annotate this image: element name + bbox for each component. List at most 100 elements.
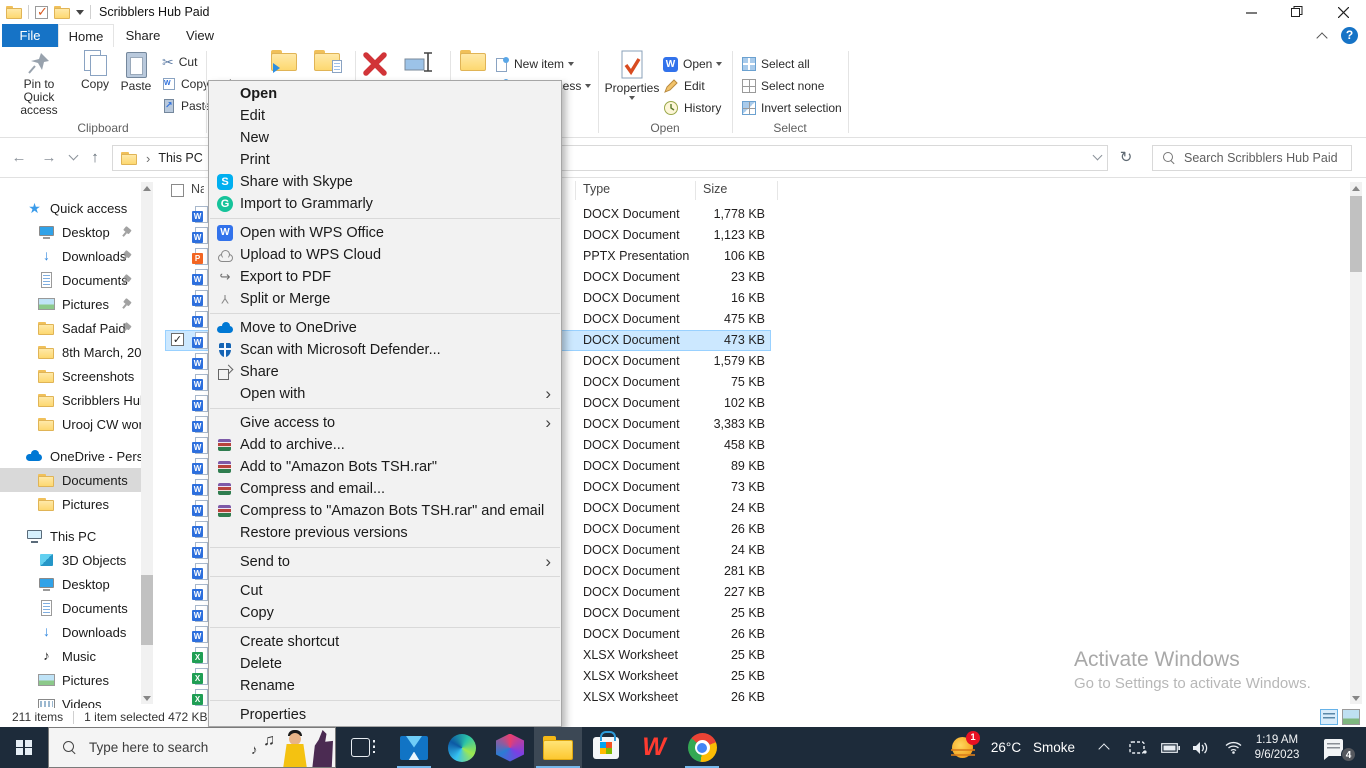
context-menu-item[interactable]: Add to archive... bbox=[209, 434, 561, 456]
sidebar-item[interactable]: 8th March, 2022 bbox=[0, 340, 141, 364]
select-all-button[interactable]: Select all bbox=[742, 55, 810, 73]
context-menu-item[interactable]: Edit bbox=[209, 105, 561, 127]
context-menu-item[interactable]: Give access to › bbox=[209, 412, 561, 434]
qat-new-folder-button[interactable] bbox=[54, 5, 70, 19]
sidebar-item[interactable]: Pictures bbox=[0, 292, 141, 316]
tab-view[interactable]: View bbox=[172, 24, 228, 47]
sidebar-item[interactable]: Downloads bbox=[0, 620, 141, 644]
scrollbar-thumb[interactable] bbox=[1350, 196, 1362, 272]
context-menu-item[interactable]: Print bbox=[209, 149, 561, 171]
forward-button[interactable]: → bbox=[38, 147, 60, 169]
taskbar-app-edge[interactable] bbox=[438, 727, 486, 768]
context-menu-item[interactable]: Move to OneDrive bbox=[209, 317, 561, 339]
context-menu-item[interactable] bbox=[209, 697, 561, 704]
context-menu-item[interactable]: Add to "Amazon Bots TSH.rar" bbox=[209, 456, 561, 478]
context-menu-item[interactable]: Create shortcut bbox=[209, 631, 561, 653]
column-header-name[interactable]: Name bbox=[191, 182, 204, 196]
column-header-type[interactable]: Type bbox=[583, 182, 610, 196]
scroll-up-arrow[interactable] bbox=[141, 182, 153, 194]
taskbar-app-wps[interactable]: W bbox=[630, 727, 678, 768]
context-menu-item[interactable]: New bbox=[209, 127, 561, 149]
taskbar-search-input[interactable] bbox=[89, 740, 229, 755]
sidebar-item[interactable]: Pictures bbox=[0, 668, 141, 692]
select-none-button[interactable]: Select none bbox=[742, 77, 824, 95]
weather-condition[interactable]: Smoke bbox=[1030, 727, 1078, 768]
minimize-button[interactable] bbox=[1228, 0, 1274, 24]
recent-locations-button[interactable] bbox=[62, 147, 84, 169]
paste-button[interactable]: Paste bbox=[116, 50, 156, 93]
task-view-button[interactable] bbox=[344, 727, 382, 768]
delete-button[interactable] bbox=[361, 50, 389, 78]
sidebar-item[interactable]: This PC bbox=[0, 524, 141, 548]
new-folder-button[interactable] bbox=[460, 50, 486, 71]
column-header-size[interactable]: Size bbox=[703, 182, 727, 196]
pin-to-quick-access-button[interactable]: Pin to Quick access bbox=[8, 50, 70, 117]
sidebar-item[interactable]: Documents bbox=[0, 468, 141, 492]
details-view-button[interactable] bbox=[1320, 709, 1338, 725]
context-menu-item[interactable]: Restore previous versions bbox=[209, 522, 561, 544]
qat-customize-button[interactable] bbox=[76, 9, 84, 15]
action-center-button[interactable]: 4 bbox=[1316, 727, 1356, 768]
context-menu-item[interactable]: Share bbox=[209, 361, 561, 383]
context-menu-item[interactable]: Open bbox=[209, 83, 561, 105]
context-menu-item[interactable] bbox=[209, 573, 561, 580]
show-hidden-icons-button[interactable] bbox=[1092, 727, 1116, 768]
address-dropdown-button[interactable] bbox=[1092, 150, 1103, 165]
sidebar-item[interactable]: Desktop bbox=[0, 572, 141, 596]
collapse-ribbon-button[interactable] bbox=[1316, 29, 1330, 44]
history-button[interactable]: History bbox=[663, 99, 721, 117]
help-button[interactable]: ? bbox=[1341, 27, 1358, 44]
connect-device-button[interactable] bbox=[1126, 727, 1150, 768]
context-menu-item[interactable]: Cut bbox=[209, 580, 561, 602]
weather-button[interactable]: 1 bbox=[948, 727, 980, 768]
properties-button[interactable]: Properties bbox=[605, 50, 659, 100]
volume-button[interactable] bbox=[1188, 727, 1214, 768]
rename-button[interactable] bbox=[404, 50, 434, 76]
column-divider[interactable] bbox=[777, 181, 778, 200]
edit-button[interactable]: Edit bbox=[663, 77, 705, 95]
context-menu-item[interactable]: Rename bbox=[209, 675, 561, 697]
context-menu-item[interactable]: Open with WPS Office bbox=[209, 222, 561, 244]
restore-button[interactable] bbox=[1274, 0, 1320, 24]
tab-file[interactable]: File bbox=[2, 24, 58, 47]
network-button[interactable] bbox=[1220, 727, 1246, 768]
context-menu-item[interactable]: Upload to WPS Cloud bbox=[209, 244, 561, 266]
context-menu-item[interactable] bbox=[209, 310, 561, 317]
context-menu-item[interactable]: Compress and email... bbox=[209, 478, 561, 500]
sidebar-item[interactable]: 3D Objects bbox=[0, 548, 141, 572]
scroll-down-arrow[interactable] bbox=[1350, 692, 1362, 704]
context-menu-item[interactable]: Import to Grammarly bbox=[209, 193, 561, 215]
context-menu-item[interactable]: Export to PDF bbox=[209, 266, 561, 288]
weather-temperature[interactable]: 26°C bbox=[984, 727, 1028, 768]
breadcrumb-this-pc[interactable]: This PC bbox=[158, 151, 202, 165]
taskbar-app-file-explorer[interactable] bbox=[534, 727, 582, 768]
context-menu-item[interactable] bbox=[209, 544, 561, 551]
context-menu-item[interactable]: Share with Skype bbox=[209, 171, 561, 193]
search-highlight-artwork[interactable]: ♪ ♫ bbox=[249, 728, 335, 767]
select-all-checkbox[interactable] bbox=[171, 184, 184, 197]
sidebar-item[interactable]: Videos bbox=[0, 692, 141, 708]
tab-home[interactable]: Home bbox=[58, 24, 114, 47]
clock[interactable]: 1:19 AM 9/6/2023 bbox=[1246, 727, 1308, 768]
sidebar-item[interactable]: Downloads bbox=[0, 244, 141, 268]
cut-button[interactable]: ✂ Cut bbox=[162, 53, 197, 71]
sidebar-item[interactable]: Documents bbox=[0, 268, 141, 292]
scroll-down-arrow[interactable] bbox=[141, 692, 153, 704]
sidebar-item[interactable]: Urooj CW work bbox=[0, 412, 141, 436]
invert-selection-button[interactable]: Invert selection bbox=[742, 99, 842, 117]
taskbar-app-store[interactable] bbox=[582, 727, 630, 768]
back-button[interactable]: ← bbox=[8, 147, 30, 169]
sidebar-item[interactable]: Quick access bbox=[0, 196, 141, 220]
context-menu-item[interactable]: Copy bbox=[209, 602, 561, 624]
sidebar-item[interactable]: Scribblers Hub P bbox=[0, 388, 141, 412]
row-checkbox[interactable]: ✓ bbox=[171, 333, 184, 346]
qat-properties-button[interactable] bbox=[35, 4, 48, 20]
taskbar-app-mail[interactable] bbox=[390, 727, 438, 768]
thumbnails-view-button[interactable] bbox=[1342, 709, 1360, 725]
sidebar-item[interactable]: Pictures bbox=[0, 492, 141, 516]
context-menu-item[interactable]: Open with › bbox=[209, 383, 561, 405]
close-button[interactable] bbox=[1320, 0, 1366, 24]
sidebar-item[interactable]: Documents bbox=[0, 596, 141, 620]
context-menu-item[interactable]: Send to › bbox=[209, 551, 561, 573]
taskbar-search-box[interactable]: ♪ ♫ bbox=[48, 727, 336, 768]
